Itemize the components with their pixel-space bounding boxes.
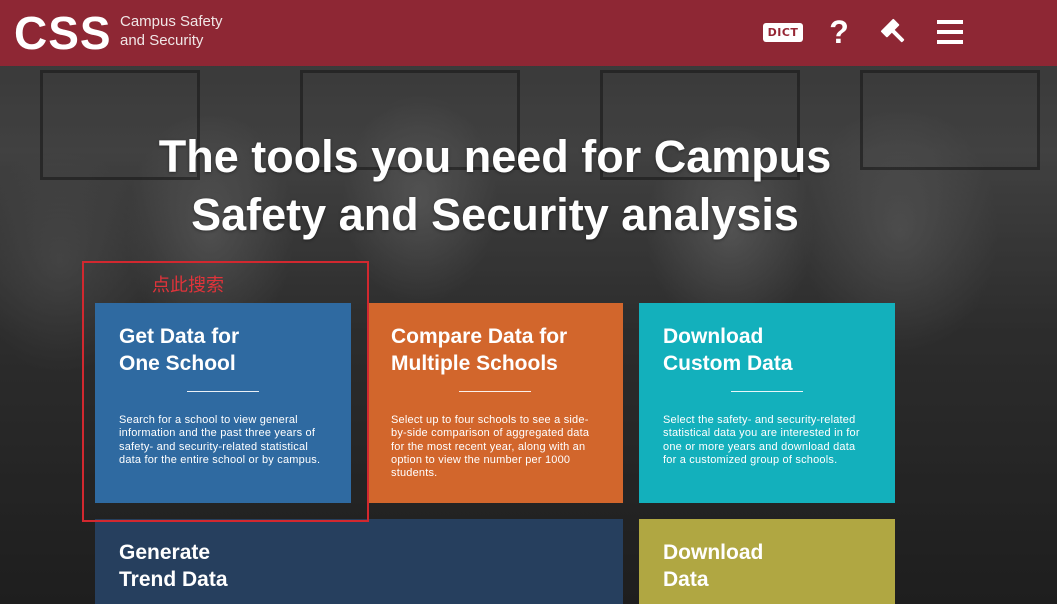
dictionary-badge: DICT bbox=[762, 22, 804, 42]
menu-bar bbox=[937, 30, 963, 34]
hero-title-line1: The tools you need for Campus bbox=[158, 131, 832, 182]
compare-multiple-schools-card[interactable]: Compare Data for Multiple Schools Select… bbox=[367, 303, 623, 503]
download-custom-data-card[interactable]: Download Custom Data Select the safety- … bbox=[639, 303, 895, 503]
card-divider bbox=[731, 391, 803, 392]
annotation-label: 点此搜索 bbox=[152, 275, 224, 296]
annotation-highlight-box bbox=[82, 261, 369, 522]
card-description: Select up to four schools to see a side-… bbox=[391, 414, 590, 480]
site-logo-text: Campus Safety and Security bbox=[120, 12, 223, 50]
menu-bar bbox=[937, 40, 963, 44]
hammer-icon[interactable] bbox=[876, 14, 912, 50]
site-logo[interactable]: CSS bbox=[14, 6, 112, 60]
card-title: Generate Trend Data bbox=[119, 541, 228, 591]
card-title: Download Data bbox=[663, 541, 764, 591]
site-header: CSS Campus Safety and Security DICT ? bbox=[0, 0, 1057, 66]
card-title: Download Custom Data bbox=[663, 325, 793, 375]
hammer-icon-graphic bbox=[880, 18, 905, 43]
help-icon[interactable]: ? bbox=[822, 14, 856, 50]
menu-bar bbox=[937, 20, 963, 24]
card-divider bbox=[459, 391, 531, 392]
generate-trend-data-card[interactable]: Generate Trend Data bbox=[95, 519, 623, 604]
logo-text-line1: Campus Safety bbox=[120, 13, 223, 30]
hero-title-line2: Safety and Security analysis bbox=[191, 189, 799, 240]
card-description: Select the safety- and security-related … bbox=[663, 414, 860, 466]
download-data-card[interactable]: Download Data bbox=[639, 519, 895, 604]
card-title: Compare Data for Multiple Schools bbox=[391, 325, 568, 375]
dictionary-icon[interactable]: DICT bbox=[762, 14, 804, 50]
hero-title: The tools you need for Campus Safety and… bbox=[0, 128, 990, 244]
hamburger-menu-icon[interactable] bbox=[932, 14, 968, 50]
logo-text-line2: and Security bbox=[120, 32, 204, 49]
